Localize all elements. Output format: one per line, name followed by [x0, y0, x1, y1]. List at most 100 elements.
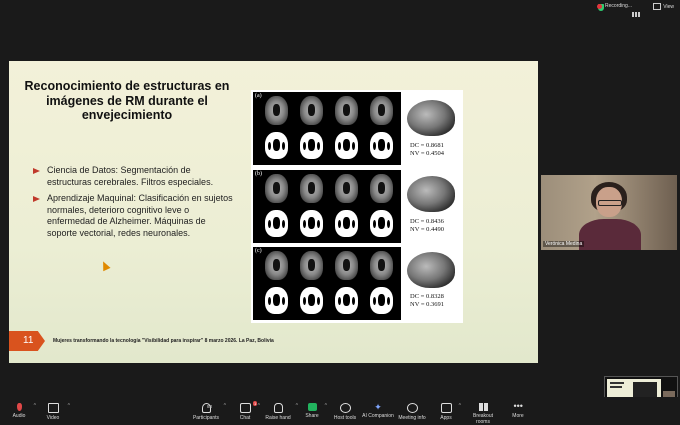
- meeting-info-label: Meeting info: [398, 415, 426, 421]
- recording-dot-icon: [597, 3, 603, 9]
- breakout-rooms-label: Breakout rooms: [472, 413, 493, 425]
- segmentation-mask: [335, 210, 358, 237]
- chat-button[interactable]: 1 Chat ^: [236, 397, 260, 425]
- mri-scan: [335, 174, 358, 203]
- recording-label: Recording...: [605, 3, 632, 9]
- brain-3d-render: [407, 252, 455, 288]
- breakout-rooms-button[interactable]: Breakout rooms: [466, 397, 500, 425]
- brain-3d-render: [407, 176, 455, 212]
- host-tools-button[interactable]: Host tools: [332, 397, 358, 425]
- bullet-item: Aprendizaje Maquinal: Clasificación en s…: [33, 193, 233, 239]
- video-label: Video: [46, 415, 60, 421]
- mri-panel-c: (c): [253, 247, 401, 320]
- segmentation-mask: [370, 287, 393, 314]
- share-button[interactable]: Share ^: [303, 397, 327, 425]
- view-grid-icon: [653, 3, 662, 10]
- apps-options-caret-icon[interactable]: ^: [459, 403, 461, 409]
- bullet-text: Aprendizaje Maquinal: Clasificación en s…: [47, 193, 233, 238]
- mri-scan: [265, 251, 288, 280]
- share-options-caret-icon[interactable]: ^: [325, 403, 327, 409]
- apps-label: Apps: [440, 415, 452, 421]
- segmentation-mask: [265, 287, 288, 314]
- mri-scan: [370, 251, 393, 280]
- recording-indicator[interactable]: Recording...: [597, 3, 632, 9]
- more-label: More: [512, 413, 524, 419]
- slide-footer: Mujeres transformando la tecnología "Vis…: [53, 338, 274, 344]
- host-tools-label: Host tools: [333, 415, 357, 421]
- more-button[interactable]: ••• More: [508, 397, 528, 425]
- ai-companion-label: AI Companion: [362, 413, 394, 419]
- panel-label: (c): [255, 248, 262, 254]
- bullet-text: Ciencia de Datos: Segmentación de estruc…: [47, 165, 214, 187]
- audio-button[interactable]: Audio ^: [8, 397, 36, 425]
- mri-figure: (a) DC = 0.8681 NV = 0.4504 (b) DC = 0.8…: [251, 90, 463, 323]
- segmentation-mask: [335, 287, 358, 314]
- participants-options-caret-icon[interactable]: ^: [224, 403, 226, 409]
- sparkle-icon: ✦: [374, 402, 382, 412]
- chat-label: Chat: [239, 415, 251, 421]
- mri-scan: [300, 251, 323, 280]
- mri-scan: [370, 174, 393, 203]
- top-bar: Recording... View: [0, 0, 680, 18]
- chat-unread-badge: 1: [253, 401, 258, 406]
- view-label: View: [663, 3, 674, 10]
- info-icon: [406, 403, 418, 413]
- participants-button[interactable]: 83 Participants ^: [192, 397, 226, 425]
- view-button[interactable]: View: [653, 3, 674, 10]
- bullet-item: Ciencia de Datos: Segmentación de estruc…: [33, 165, 233, 188]
- segmentation-mask: [370, 132, 393, 159]
- participant-body: [579, 219, 641, 250]
- audio-options-caret-icon[interactable]: ^: [34, 403, 36, 409]
- nv-value: NV = 0.3691: [410, 300, 445, 308]
- ai-companion-button[interactable]: ✦ AI Companion: [362, 397, 394, 425]
- camera-icon: [47, 403, 59, 413]
- nv-value: NV = 0.4490: [410, 225, 445, 233]
- meeting-info-button[interactable]: Meeting info: [398, 397, 426, 425]
- mri-scan: [300, 96, 323, 125]
- panel-label: (b): [255, 171, 262, 177]
- audio-label: Audio: [12, 413, 26, 419]
- segmentation-mask: [300, 287, 323, 314]
- slide-title: Reconocimiento de estructuras en imágene…: [24, 79, 230, 122]
- dc-value: DC = 0.8436: [410, 218, 444, 225]
- pause-stop-recording-icon[interactable]: [632, 4, 642, 17]
- mri-scan: [265, 174, 288, 203]
- bullet-list: Ciencia de Datos: Segmentación de estruc…: [33, 165, 233, 244]
- raise-hand-label: Raise hand: [265, 415, 291, 421]
- share-label: Share: [305, 413, 319, 419]
- participants-count: 83: [207, 404, 213, 409]
- mri-scan: [370, 96, 393, 125]
- dc-value: DC = 0.8328: [410, 293, 444, 300]
- raise-hand-button[interactable]: Raise hand ^: [264, 397, 298, 425]
- reactions-caret-icon[interactable]: ^: [296, 403, 298, 409]
- segmentation-mask: [335, 132, 358, 159]
- meeting-toolbar: Audio ^ Video ^ 83 Participants ^ 1 Chat…: [0, 397, 680, 425]
- bullet-arrow-icon: [33, 196, 40, 202]
- segmentation-mask: [265, 132, 288, 159]
- breakout-rooms-icon: [478, 403, 488, 411]
- video-button[interactable]: Video ^: [42, 397, 70, 425]
- participant-video-tile[interactable]: Verónica Medina: [541, 175, 677, 250]
- shared-slide: Reconocimiento de estructuras en imágene…: [9, 61, 538, 363]
- brain-3d-render: [407, 100, 455, 136]
- participant-name: Verónica Medina: [543, 241, 585, 247]
- panel-label: (a): [255, 93, 262, 99]
- more-dots-icon: •••: [513, 401, 523, 411]
- mri-scan: [265, 96, 288, 125]
- video-options-caret-icon[interactable]: ^: [68, 403, 70, 409]
- nv-value: NV = 0.4504: [410, 149, 445, 157]
- apps-icon: [440, 403, 452, 413]
- panel-c-metrics: DC = 0.8328 NV = 0.3691: [410, 293, 444, 308]
- segmentation-mask: [300, 132, 323, 159]
- chat-icon: [239, 403, 251, 413]
- mri-scan: [335, 251, 358, 280]
- participants-label: Participants: [192, 415, 220, 421]
- share-screen-icon: [307, 403, 317, 411]
- mri-scan: [300, 174, 323, 203]
- raise-hand-icon: [273, 403, 283, 413]
- mri-scan: [335, 96, 358, 125]
- chat-options-caret-icon[interactable]: ^: [258, 403, 260, 409]
- mri-panel-a: (a): [253, 92, 401, 165]
- apps-button[interactable]: Apps ^: [437, 397, 461, 425]
- dc-value: DC = 0.8681: [410, 142, 444, 149]
